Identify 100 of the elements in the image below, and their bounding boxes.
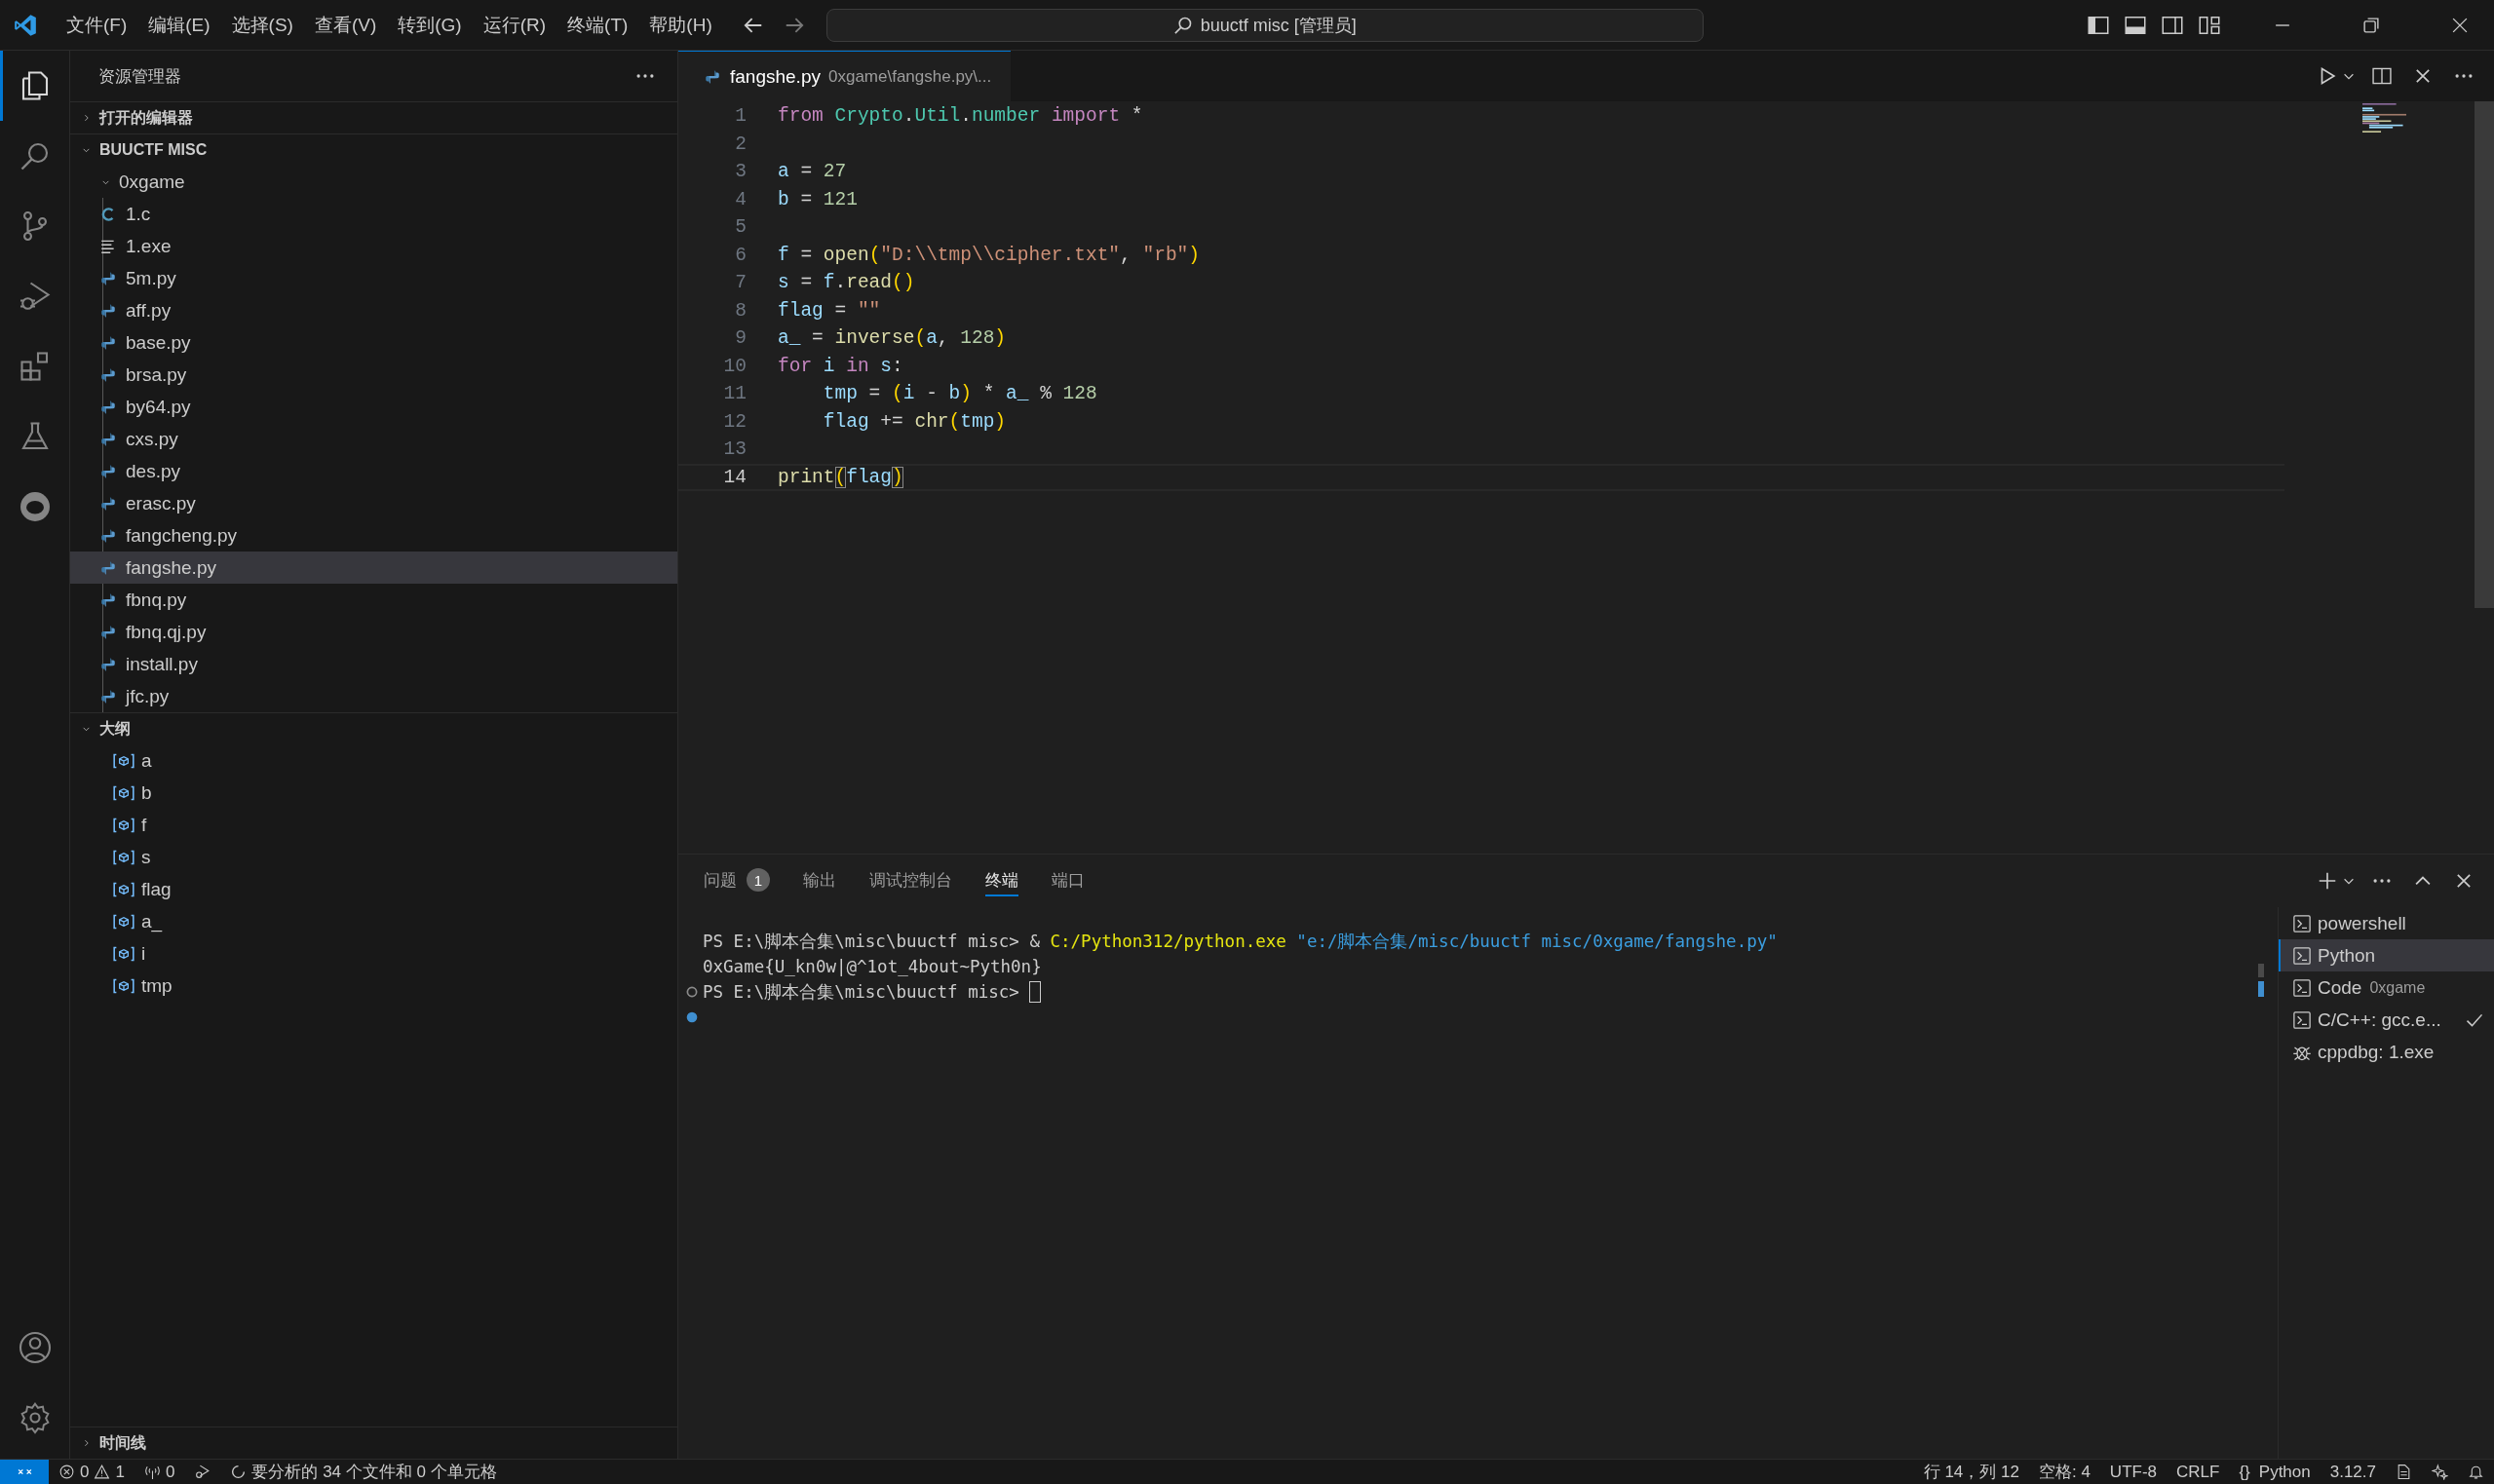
file-item[interactable]: fbnq.py: [70, 584, 677, 616]
python-version[interactable]: 3.12.7: [2320, 1462, 2386, 1482]
outline-item[interactable]: s: [70, 841, 677, 873]
line-number: 1: [734, 105, 747, 128]
file-item[interactable]: aff.py: [70, 294, 677, 326]
bell-icon[interactable]: [2468, 1464, 2484, 1480]
panel-tab[interactable]: 终端: [985, 865, 1018, 896]
menu-item[interactable]: 运行(R): [472, 12, 557, 38]
code-line: flag = "": [778, 299, 881, 322]
variable-icon: [112, 783, 135, 802]
encoding-status[interactable]: UTF-8: [2099, 1462, 2168, 1482]
outline-item[interactable]: i: [70, 937, 677, 970]
line-number: 10: [722, 355, 747, 377]
command-center-search[interactable]: buuctf misc [管理员]: [825, 8, 1704, 42]
outline-item[interactable]: b: [70, 777, 677, 809]
menu-item[interactable]: 选择(S): [220, 12, 304, 38]
file-item[interactable]: by64.py: [70, 391, 677, 423]
file-item[interactable]: 1.c: [70, 198, 677, 230]
search-icon: [1172, 15, 1193, 35]
panel-tab[interactable]: 问题 1: [704, 865, 770, 896]
file-item[interactable]: 1.exe: [70, 230, 677, 262]
outline-item[interactable]: a: [70, 744, 677, 777]
outline-item[interactable]: tmp: [70, 970, 677, 1002]
menu-item[interactable]: 帮助(H): [638, 12, 723, 38]
sparkle-icon[interactable]: [2432, 1464, 2448, 1480]
file-item[interactable]: brsa.py: [70, 359, 677, 391]
file-item[interactable]: erasc.py: [70, 487, 677, 519]
file-item[interactable]: base.py: [70, 326, 677, 359]
file-item[interactable]: cxs.py: [70, 423, 677, 455]
language-mode[interactable]: {} Python: [2229, 1462, 2321, 1482]
variable-icon: [112, 751, 135, 770]
menu-item[interactable]: 编辑(E): [137, 12, 221, 38]
terminal-session[interactable]: powershell: [2279, 907, 2494, 939]
loading-icon: [230, 1464, 248, 1480]
code-line: a_ = inverse(a, 128): [778, 327, 1007, 350]
menu-item[interactable]: 文件(F): [56, 12, 138, 38]
line-number: 5: [734, 216, 747, 239]
editor-tab[interactable]: fangshe.py 0xgame\fangshe.py\...: [678, 51, 1012, 101]
error-icon: [58, 1464, 75, 1480]
file-item[interactable]: install.py: [70, 648, 677, 680]
terminal-session[interactable]: cppdbg: 1.exe: [2279, 1036, 2494, 1068]
variable-icon: [112, 912, 135, 931]
remote-button[interactable]: [0, 1459, 49, 1484]
terminal-session[interactable]: C/C++: gcc.e...: [2279, 1004, 2494, 1036]
ports-status[interactable]: 0: [134, 1462, 185, 1482]
document-icon[interactable]: [2396, 1464, 2412, 1480]
section-header[interactable]: 大纲: [70, 713, 677, 744]
code-line: flag += chr(tmp): [822, 410, 1007, 433]
menu-item[interactable]: 终端(T): [556, 12, 639, 38]
file-item[interactable]: jfc.py: [70, 680, 677, 712]
terminal-session[interactable]: Python: [2279, 939, 2494, 971]
terminal-icon: [2292, 913, 2312, 933]
vscode-logo-icon: [13, 12, 38, 38]
minimap-drawing: [2362, 103, 2406, 133]
outline-item[interactable]: a_: [70, 905, 677, 937]
menu-item[interactable]: 查看(V): [303, 12, 388, 38]
terminal-line: PS E:\脚本合集\misc\buuctf misc>: [703, 981, 1020, 1004]
panel-tab[interactable]: 端口: [1052, 865, 1085, 896]
file-item[interactable]: 5m.py: [70, 262, 677, 294]
code-line: s = f.read(): [778, 272, 915, 294]
variable-icon: [112, 944, 135, 963]
section-header[interactable]: 打开的编辑器: [70, 102, 677, 133]
problems-status[interactable]: 0 1: [49, 1462, 134, 1482]
code-line: f = open("D:\\tmp\\cipher.txt", "rb"): [778, 244, 1200, 266]
code-line: print(flag): [778, 466, 903, 488]
file-item[interactable]: fangcheng.py: [70, 519, 677, 552]
plus-icon[interactable]: [2317, 870, 2338, 892]
outline-item[interactable]: f: [70, 809, 677, 841]
line-number: 4: [734, 188, 747, 210]
panel-tab[interactable]: 调试控制台: [869, 865, 952, 896]
split-editor-icon[interactable]: [2371, 65, 2393, 87]
folder-item[interactable]: 0xgame: [70, 166, 677, 198]
terminal-session[interactable]: Code 0xgame: [2279, 971, 2494, 1004]
menu-item[interactable]: 转到(G): [387, 12, 473, 38]
command-status-icon[interactable]: [685, 1010, 699, 1024]
section-header[interactable]: 时间线: [70, 1427, 677, 1459]
section-header[interactable]: BUUCTF MISC: [70, 134, 677, 166]
outline-item[interactable]: flag: [70, 873, 677, 905]
command-status-icon[interactable]: [685, 985, 699, 999]
terminal-icon: [2292, 945, 2312, 966]
file-item[interactable]: fangshe.py: [70, 552, 677, 584]
variable-icon: [112, 816, 135, 834]
analysis-status[interactable]: 要分析的 34 个文件和 0 个单元格: [220, 1461, 507, 1483]
indentation-status[interactable]: 空格: 4: [2028, 1461, 2100, 1483]
line-ending-status[interactable]: CRLF: [2167, 1462, 2230, 1482]
account-icon[interactable]: [17, 1330, 53, 1365]
count-badge: 1: [747, 868, 770, 892]
code-line: for i in s:: [778, 355, 903, 377]
scroll-marker: [2258, 964, 2264, 977]
antenna-icon: [143, 1464, 161, 1480]
cursor-position[interactable]: 行 14，列 12: [1913, 1461, 2029, 1483]
terminal-line: 0xGame{U_kn0w|@^1ot_4bout~Pyth0n}: [703, 957, 1042, 976]
file-item[interactable]: des.py: [70, 455, 677, 487]
debug-run-icon[interactable]: [194, 1464, 211, 1480]
scrollbar[interactable]: [2475, 101, 2494, 608]
panel-tab[interactable]: 输出: [803, 865, 836, 896]
line-number: 2: [734, 133, 747, 155]
line-number: 9: [734, 327, 747, 350]
line-number: 14: [722, 466, 747, 488]
file-item[interactable]: fbnq.qj.py: [70, 616, 677, 648]
